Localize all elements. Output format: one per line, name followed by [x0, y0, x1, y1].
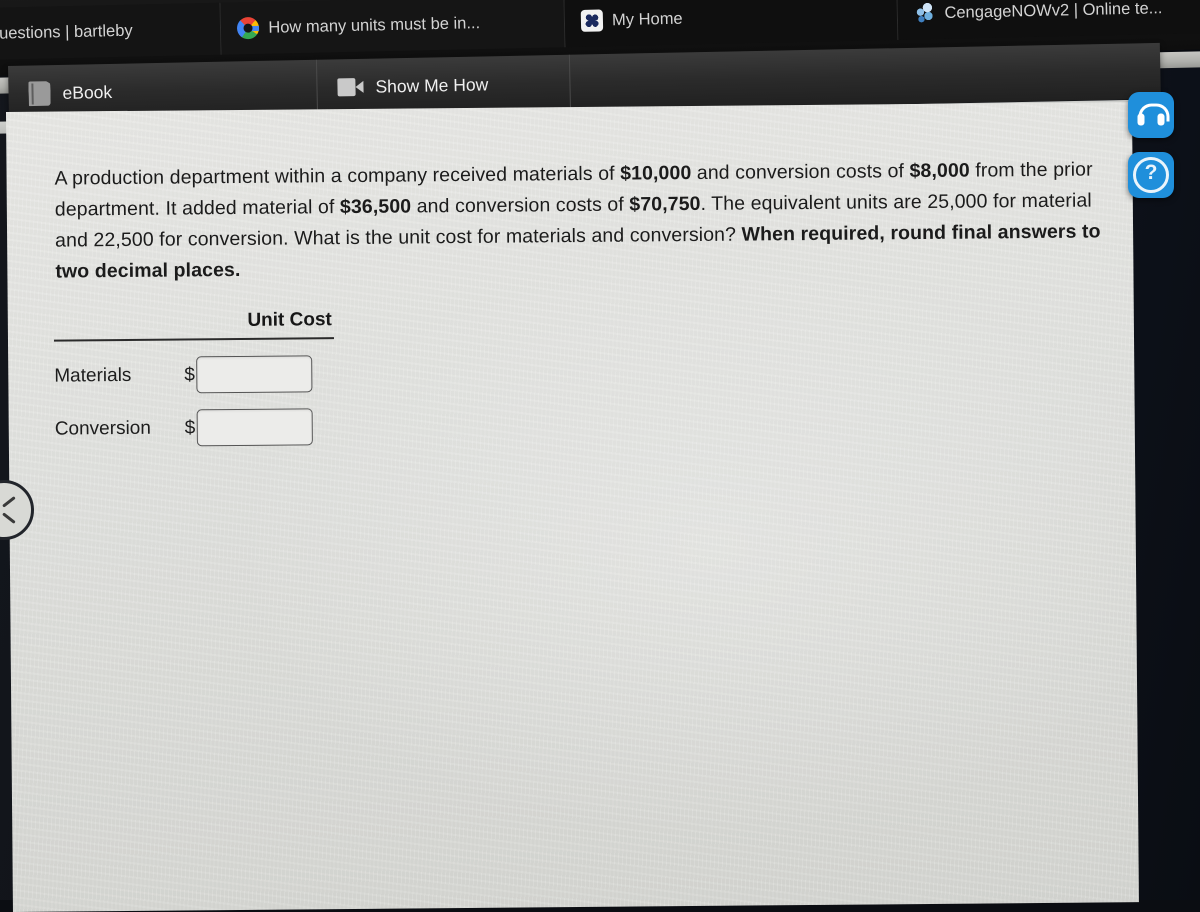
materials-row-label: Materials [54, 364, 132, 387]
support-button[interactable] [1128, 92, 1174, 138]
amount-conversion-added: $70,750 [629, 192, 701, 216]
tab-title: How many units must be in... [268, 13, 481, 37]
question-part: and conversion costs of [411, 193, 630, 218]
table-row: Conversion $ [55, 408, 355, 448]
tab-title: CengageNOWv2 | Online te... [944, 0, 1163, 22]
video-icon [337, 78, 363, 97]
browser-tab-cengagenowv2[interactable]: CengageNOWv2 | Online te... [896, 0, 1200, 40]
conversion-unit-cost-input[interactable] [196, 408, 313, 447]
page-content: A production department within a company… [6, 102, 1139, 912]
conversion-row-label: Conversion [54, 417, 151, 440]
materials-unit-cost-input[interactable] [195, 355, 313, 394]
browser-tab-my-home[interactable]: My Home [564, 0, 899, 48]
browser-tab-bartleby[interactable]: uestions | bartleby [0, 2, 222, 60]
question-part: for conversion. What is the unit cost fo… [153, 223, 742, 251]
question-mark-icon: ? [1133, 157, 1169, 193]
table-divider [53, 337, 334, 342]
table-row: Materials $ [54, 355, 354, 395]
my-home-favicon-icon [580, 9, 604, 32]
question-part: A production department within a company… [54, 162, 621, 190]
headset-icon [1137, 103, 1170, 126]
google-favicon-icon [237, 16, 260, 40]
question-text: A production department within a company… [54, 154, 1121, 287]
currency-symbol: $ [184, 416, 196, 438]
question-part: . The equivalent units are [700, 190, 928, 215]
answer-table: Unit Cost Materials $ Conversion $ [53, 309, 355, 448]
unit-cost-column-header: Unit Cost [247, 309, 332, 331]
question-part: and conversion costs of [691, 160, 910, 185]
ebook-label: eBook [62, 81, 113, 103]
tab-title: uestions | bartleby [0, 21, 133, 43]
help-button[interactable]: ? [1128, 152, 1174, 198]
eu-material: 25,000 [927, 190, 988, 213]
show-me-how-label: Show Me How [375, 73, 489, 97]
browser-tab-google-search[interactable]: How many units must be in... [220, 0, 566, 55]
tab-title: My Home [611, 9, 683, 29]
amount-conversion-prior: $8,000 [909, 159, 970, 183]
cengage-favicon-icon [913, 2, 935, 24]
eu-conversion: 22,500 [93, 228, 154, 252]
floating-side-buttons: ? [1128, 92, 1186, 212]
book-icon [28, 81, 50, 106]
currency-symbol: $ [184, 363, 195, 385]
amount-material-added: $36,500 [339, 195, 412, 219]
amount-materials-prior: $10,000 [620, 162, 692, 185]
